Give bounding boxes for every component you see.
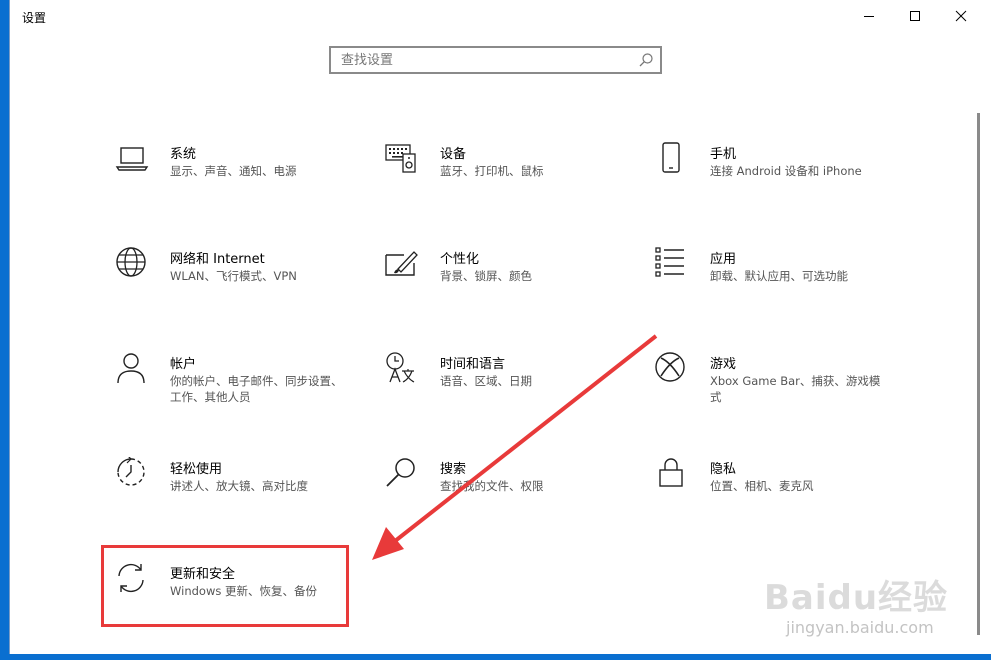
tile-desc: WLAN、飞行模式、VPN [170,269,297,283]
tile-desc: 背景、锁屏、颜色 [440,269,532,283]
tile-devices[interactable]: 设备 蓝牙、打印机、鼠标 [384,142,634,232]
tile-name: 手机 [710,147,737,162]
tile-desc: 语音、区域、日期 [440,374,532,388]
tile-name: 游戏 [710,357,737,372]
tile-accounts[interactable]: 帐户 你的帐户、电子邮件、同步设置、工作、其他人员 [114,352,364,442]
search-magnifier-icon [386,458,415,487]
laptop-icon [115,147,149,171]
tile-desc: 蓝牙、打印机、鼠标 [440,164,544,178]
tile-ease-of-access[interactable]: 轻松使用 讲述人、放大镜、高对比度 [114,457,364,547]
minimize-button[interactable] [846,0,892,32]
paint-icon [385,251,418,276]
xbox-icon [655,352,685,382]
tile-name: 应用 [710,252,737,267]
lock-icon [659,458,683,487]
tile-name: 个性化 [440,252,480,267]
tile-time-language[interactable]: 时间和语言 语音、区域、日期 [384,352,634,442]
tile-network[interactable]: 网络和 Internet WLAN、飞行模式、VPN [114,247,364,337]
tile-desc: 讲述人、放大镜、高对比度 [170,479,308,493]
search-input[interactable] [331,48,631,72]
tile-desc: 位置、相机、麦克风 [710,479,814,493]
tile-desc: 连接 Android 设备和 iPhone [710,164,862,178]
tile-desc: 你的帐户、电子邮件、同步设置、工作、其他人员 [170,374,343,404]
close-icon [955,10,967,22]
tile-personalization[interactable]: 个性化 背景、锁屏、颜色 [384,247,634,337]
apps-list-icon [655,247,684,277]
search-box[interactable] [329,46,662,74]
person-icon [117,353,145,384]
tile-desc: 查找我的文件、权限 [440,479,544,493]
tile-desc: 卸载、默认应用、可选功能 [710,269,848,283]
watermark-brand: Baidu经验 [764,578,949,618]
watermark: Baidu经验 jingyan.baidu.com [760,548,960,648]
tile-desc: Xbox Game Bar、捕获、游戏模式 [710,374,881,404]
scrollbar[interactable] [977,113,980,635]
maximize-button[interactable] [892,0,938,32]
window-title: 设置 [22,11,47,25]
globe-icon [116,247,146,277]
tile-name: 搜索 [440,462,467,477]
tile-name: 网络和 Internet [170,252,265,267]
tile-privacy[interactable]: 隐私 位置、相机、麦克风 [654,457,904,547]
watermark-url: jingyan.baidu.com [786,618,934,637]
tile-apps[interactable]: 应用 卸载、默认应用、可选功能 [654,247,904,337]
annotation-highlight-box [101,545,349,627]
tile-system[interactable]: 系统 显示、声音、通知、电源 [114,142,364,232]
phone-icon [662,142,680,173]
tile-name: 轻松使用 [170,462,223,477]
tile-desc: 显示、声音、通知、电源 [170,164,297,178]
tile-name: 隐私 [710,462,737,477]
close-button[interactable] [938,0,984,32]
minimize-icon [864,16,874,17]
tile-name: 帐户 [170,357,197,372]
tile-name: 设备 [440,147,467,162]
tile-search[interactable]: 搜索 查找我的文件、权限 [384,457,634,547]
tile-name: 时间和语言 [440,357,506,372]
tile-phone[interactable]: 手机 连接 Android 设备和 iPhone [654,142,904,232]
tile-gaming[interactable]: 游戏 Xbox Game Bar、捕获、游戏模式 [654,352,904,442]
ease-of-access-icon [117,457,145,486]
title-bar[interactable]: 设置 [10,0,991,34]
keyboard-icon [385,144,416,173]
maximize-icon [910,11,920,21]
search-icon[interactable] [638,52,654,68]
tile-name: 系统 [170,147,197,162]
settings-window: 设置 系统 显示、声音、通知、电源 [9,0,991,654]
time-language-icon [386,352,415,383]
